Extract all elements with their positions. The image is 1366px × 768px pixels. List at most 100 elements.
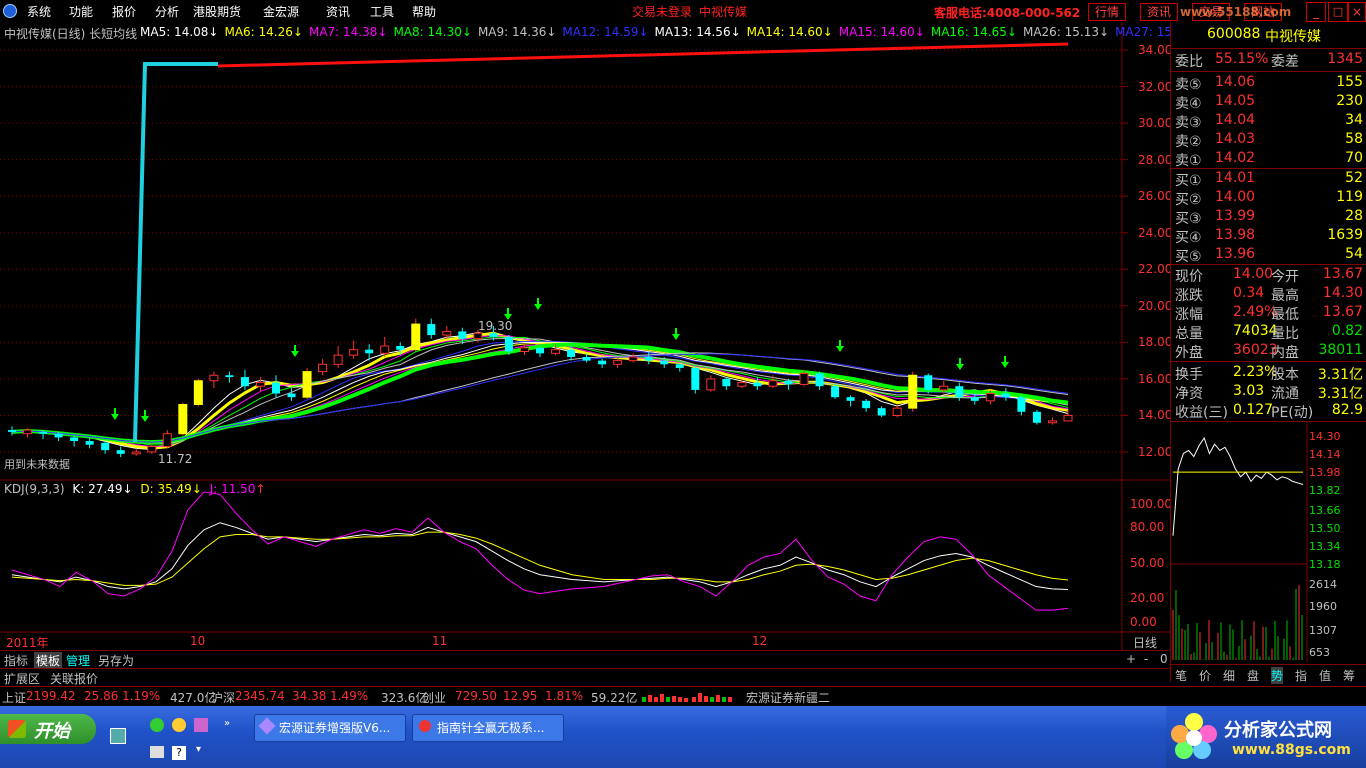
right-tab-6[interactable]: 值 (1319, 667, 1331, 684)
candle-body (411, 323, 421, 351)
login-status[interactable]: 交易未登录 (632, 3, 692, 20)
ask-label: 卖④ (1175, 96, 1202, 112)
candle-body (628, 356, 638, 362)
right-tab-3[interactable]: 盘 (1247, 667, 1259, 684)
tab-template[interactable]: 模板 (34, 652, 63, 669)
candle-body (1063, 414, 1073, 422)
task-compass[interactable]: 指南针全赢无极系... (412, 714, 564, 742)
quote-row: 买④ 13.98 1639 (1175, 227, 1363, 246)
menu-system[interactable]: 系统 (27, 3, 51, 20)
menu-tools[interactable]: 工具 (370, 3, 394, 20)
task-hongyuan[interactable]: 宏源证券增强版V6... (254, 714, 406, 742)
weicha-label: 委差 (1271, 54, 1299, 70)
high-price-label: 19.30 (478, 319, 513, 333)
tab-extension[interactable]: 扩展区 (4, 670, 40, 687)
stat-label: 内盘 (1271, 345, 1299, 361)
media-icon[interactable] (194, 718, 208, 732)
sz-amount: 323.6亿 (381, 691, 428, 705)
bid-volume: 52 (1345, 170, 1363, 186)
fin-label: 股本 (1271, 367, 1299, 383)
ma-legend-item: MA9: 14.36 (477, 25, 547, 39)
candle-body (39, 431, 48, 434)
candle-body (877, 408, 886, 416)
menu-help[interactable]: 帮助 (412, 3, 436, 20)
down-arrow-icon: ↓ (730, 25, 741, 39)
candle-body (675, 364, 684, 368)
candle-body (1047, 420, 1057, 424)
minimize-icon[interactable]: _ (1306, 2, 1326, 22)
ma-legend-item: MA16: 14.65 (930, 25, 1007, 39)
right-tab-0[interactable]: 笔 (1175, 667, 1187, 684)
fin-label: 换手 (1175, 367, 1203, 383)
ask-price: 14.04 (1215, 112, 1256, 128)
zoom-out-button[interactable]: - (1144, 652, 1148, 666)
right-tab-4[interactable]: 势 (1271, 667, 1284, 684)
right-tab-5[interactable]: 指 (1295, 667, 1307, 684)
quote-row: 买⑤ 13.96 54 (1175, 246, 1363, 265)
tab-related-quote[interactable]: 关联报价 (50, 670, 98, 687)
tab-manage[interactable]: 管理 (66, 652, 90, 669)
ma-legend-item: MA13: 14.56 (654, 25, 731, 39)
kline-chart-area[interactable]: 中视传媒(日线) 长短均线 MA5: 14.08↓ MA6: 14.26↓ MA7:… (0, 22, 1201, 651)
menu-jinhongyuan[interactable]: 金宏源 (263, 3, 299, 20)
menu-analysis[interactable]: 分析 (155, 3, 179, 20)
period-label[interactable]: 日线 (1133, 634, 1157, 651)
task-label: 宏源证券增强版V6... (279, 721, 391, 735)
tab-market[interactable]: 行情 (1088, 3, 1127, 21)
right-tab-1[interactable]: 价 (1199, 667, 1211, 684)
candle-body (955, 386, 964, 398)
quote-row: 买① 14.01 52 (1175, 170, 1363, 189)
bid-price: 14.00 (1215, 189, 1256, 205)
watermark-url: www.88gs.com (1232, 742, 1351, 758)
candle-body (519, 347, 529, 353)
price-tick-label: 26.00 (1138, 189, 1173, 204)
candle-body (536, 347, 544, 354)
mini-tick-label: 653 (1309, 646, 1330, 659)
zoom-in-button[interactable]: + (1126, 652, 1136, 666)
right-tab-7[interactable]: 筹 (1343, 667, 1355, 684)
browser-icon[interactable] (172, 718, 186, 732)
ie-icon[interactable] (150, 718, 164, 732)
broker-name: 宏源证券新疆二 (746, 691, 831, 705)
menu-hk-futures[interactable]: 港股期货 (193, 3, 241, 20)
show-desktop-icon[interactable] (110, 728, 126, 744)
candle-body (1001, 393, 1010, 398)
kdj-tick-label: 80.00 (1130, 520, 1165, 535)
down-arrow-icon: ↓ (1099, 25, 1110, 39)
menu-function[interactable]: 功能 (69, 3, 93, 20)
candle-body (54, 433, 63, 438)
tab-indicator[interactable]: 指标 (4, 652, 28, 669)
close-icon[interactable]: × (1348, 2, 1366, 22)
mini-tick-label: 1960 (1309, 600, 1337, 613)
sz-value: 2345.74 (235, 689, 285, 703)
quote-row: 外盘 36023 内盘 38011 (1175, 342, 1363, 361)
tab-save-as[interactable]: 另存为 (98, 652, 134, 669)
candle-body (380, 345, 390, 354)
tab-news[interactable]: 资讯 (1140, 3, 1179, 21)
more-icon[interactable]: ▾ (196, 744, 201, 755)
reset-button[interactable]: 0 (1160, 652, 1168, 666)
quote-row: 买③ 13.99 28 (1175, 208, 1363, 227)
down-arrow-icon: ↓ (377, 25, 388, 39)
quote-row: 现价 14.00 今开 13.67 (1175, 266, 1363, 285)
maximize-icon[interactable]: □ (1328, 2, 1348, 22)
help-icon[interactable]: ? (172, 746, 186, 760)
fin-label: 收益(三) (1175, 405, 1228, 421)
right-tab-2[interactable]: 细 (1223, 667, 1235, 684)
price-tick-label: 16.00 (1138, 371, 1173, 386)
stat-label: 现价 (1175, 269, 1203, 285)
candle-body (815, 373, 824, 387)
candle-body (255, 382, 265, 387)
menu-quote[interactable]: 报价 (112, 3, 136, 20)
keyboard-icon[interactable] (150, 746, 164, 758)
expand-icon[interactable]: » (224, 718, 230, 729)
kdj-k-value: K: 27.49 (72, 482, 123, 496)
kdj-tick-label: 0.00 (1130, 615, 1157, 629)
kdj-header: KDJ(9,3,3) (4, 482, 65, 496)
price-tick-label: 14.00 (1138, 408, 1173, 423)
watermark-title: 分析家公式网 (1224, 720, 1332, 741)
menu-news[interactable]: 资讯 (326, 3, 350, 20)
kline-chart-svg[interactable] (0, 22, 1170, 650)
mini-tick-label: 1307 (1309, 624, 1337, 637)
start-button[interactable]: 开始 (0, 714, 96, 744)
